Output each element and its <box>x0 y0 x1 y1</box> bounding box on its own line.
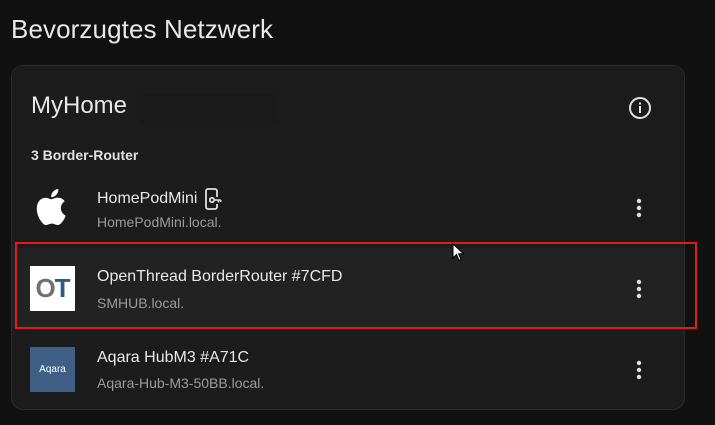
apple-logo <box>30 184 75 229</box>
mouse-cursor-icon <box>452 243 465 262</box>
page-title: Bevorzugtes Netzwerk <box>11 14 274 44</box>
border-router-count: 3 Border-Router <box>31 147 139 163</box>
more-options-button[interactable] <box>624 350 654 390</box>
router-name-text: HomePodMini <box>97 190 198 207</box>
dots-vertical-icon <box>636 360 642 380</box>
router-name: Aqara HubM3 #A71C <box>97 349 250 366</box>
more-options-button[interactable] <box>624 188 654 228</box>
aqara-logo: Aqara <box>30 347 75 392</box>
highlight-frame <box>15 242 697 329</box>
info-icon <box>629 97 651 119</box>
cellphone-key-icon <box>205 188 224 210</box>
aqara-logo-mark: Aqara <box>30 347 75 392</box>
dots-vertical-icon <box>636 198 642 218</box>
redacted-text <box>140 94 278 124</box>
network-card: MyHome 3 Border-Router HomePodMini HomeP… <box>11 65 685 410</box>
list-item-homepodmini[interactable]: HomePodMini HomePodMini.local. <box>12 168 684 248</box>
router-host: HomePodMini.local. <box>97 214 222 230</box>
info-button[interactable] <box>624 92 656 124</box>
router-name: HomePodMini <box>97 188 224 210</box>
list-item-aqara[interactable]: Aqara Aqara HubM3 #A71C Aqara-Hub-M3-50B… <box>12 328 684 408</box>
network-name: MyHome <box>31 92 128 119</box>
router-host: Aqara-Hub-M3-50BB.local. <box>97 375 265 391</box>
